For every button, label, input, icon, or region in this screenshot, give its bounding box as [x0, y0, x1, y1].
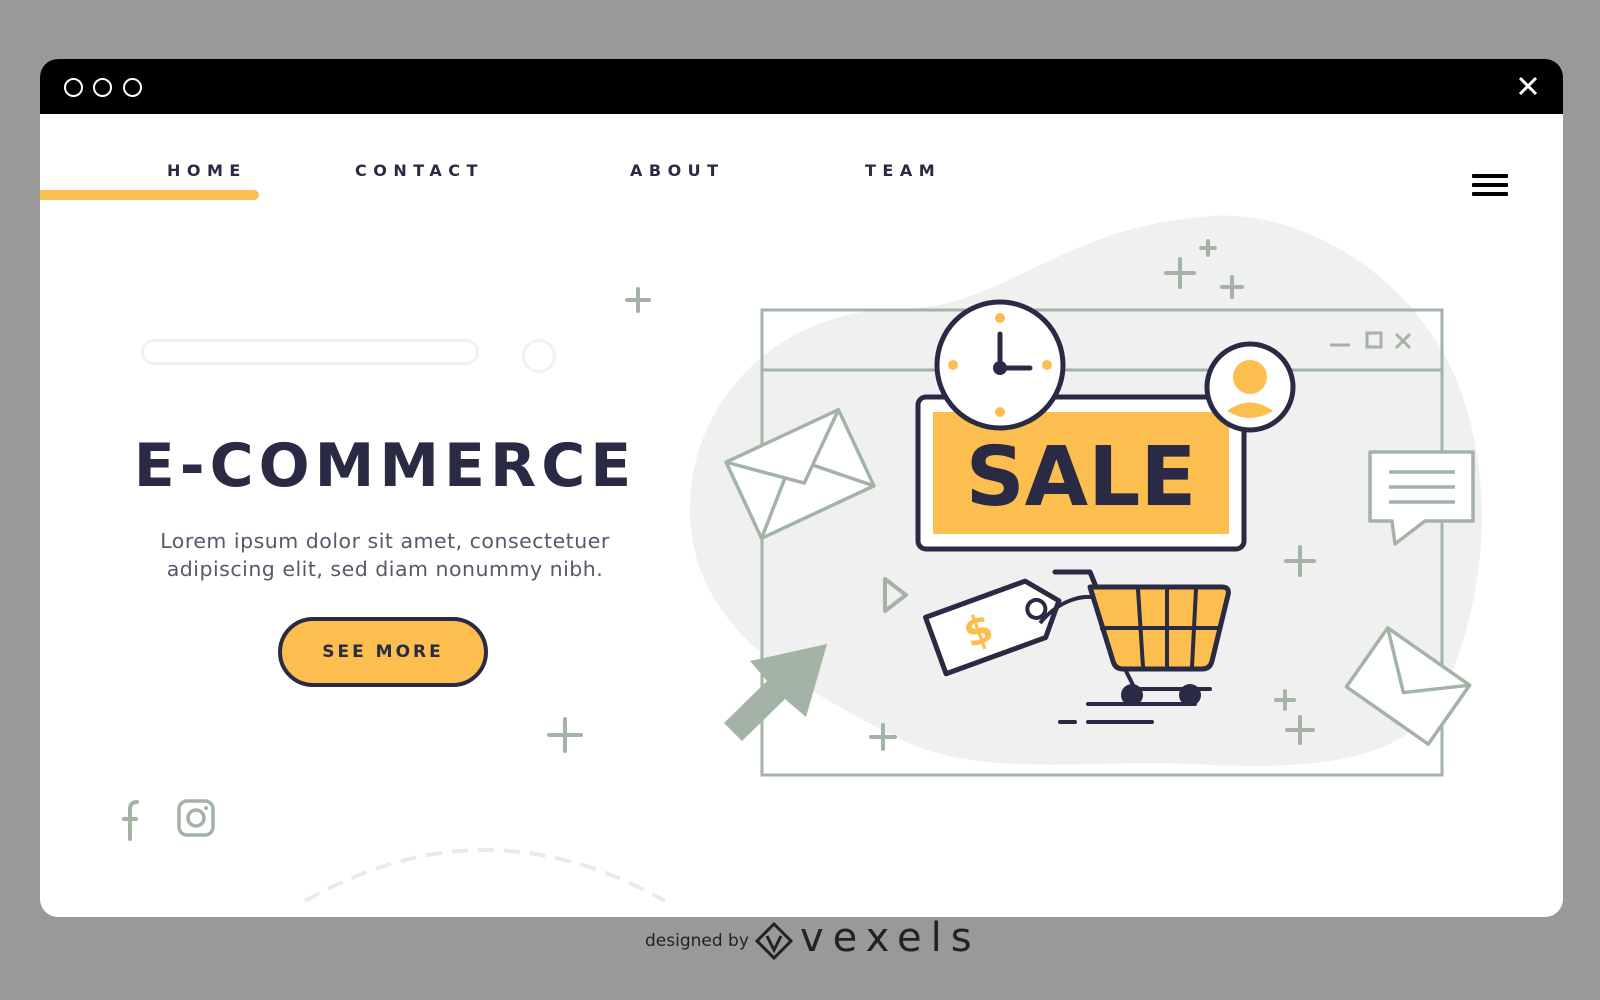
footer-credit: designed by vexels	[0, 915, 1600, 975]
nav-active-indicator	[40, 190, 259, 200]
see-more-button[interactable]: SEE MORE	[278, 617, 488, 687]
browser-window: HOME CONTACT ABOUT TEAM E-COMMERCE Lorem…	[40, 59, 1563, 917]
nav-item-home[interactable]: HOME	[167, 161, 247, 180]
window-control-circle[interactable]	[64, 78, 83, 97]
close-icon[interactable]	[1515, 73, 1541, 99]
hero-title: E-COMMERCE	[133, 431, 637, 501]
search-input[interactable]	[141, 339, 479, 365]
nav-item-contact[interactable]: CONTACT	[355, 161, 484, 180]
title-bar	[40, 59, 1563, 114]
nav-item-team[interactable]: TEAM	[865, 161, 941, 180]
facebook-icon[interactable]	[115, 799, 139, 841]
brand-name[interactable]: vexels	[800, 915, 981, 961]
price-symbol: $	[957, 605, 999, 658]
sale-label: SALE	[966, 430, 1197, 525]
nav-item-about[interactable]: ABOUT	[630, 161, 725, 180]
hero-description-line2: adipiscing elit, sed diam nonummy nibh.	[166, 557, 604, 581]
main-nav: HOME CONTACT ABOUT TEAM	[40, 161, 1563, 201]
hero-description-line1: Lorem ipsum dolor sit amet, consectetuer	[160, 529, 610, 553]
designed-by-text: designed by	[645, 931, 749, 951]
search-button[interactable]	[522, 339, 556, 373]
window-control-circle[interactable]	[93, 78, 112, 97]
hamburger-menu-icon[interactable]	[1472, 174, 1508, 200]
instagram-icon[interactable]	[177, 799, 215, 837]
hero-description: Lorem ipsum dolor sit amet, consectetuer…	[155, 527, 615, 583]
window-control-circle[interactable]	[123, 78, 142, 97]
vexels-logo-icon	[755, 922, 793, 960]
